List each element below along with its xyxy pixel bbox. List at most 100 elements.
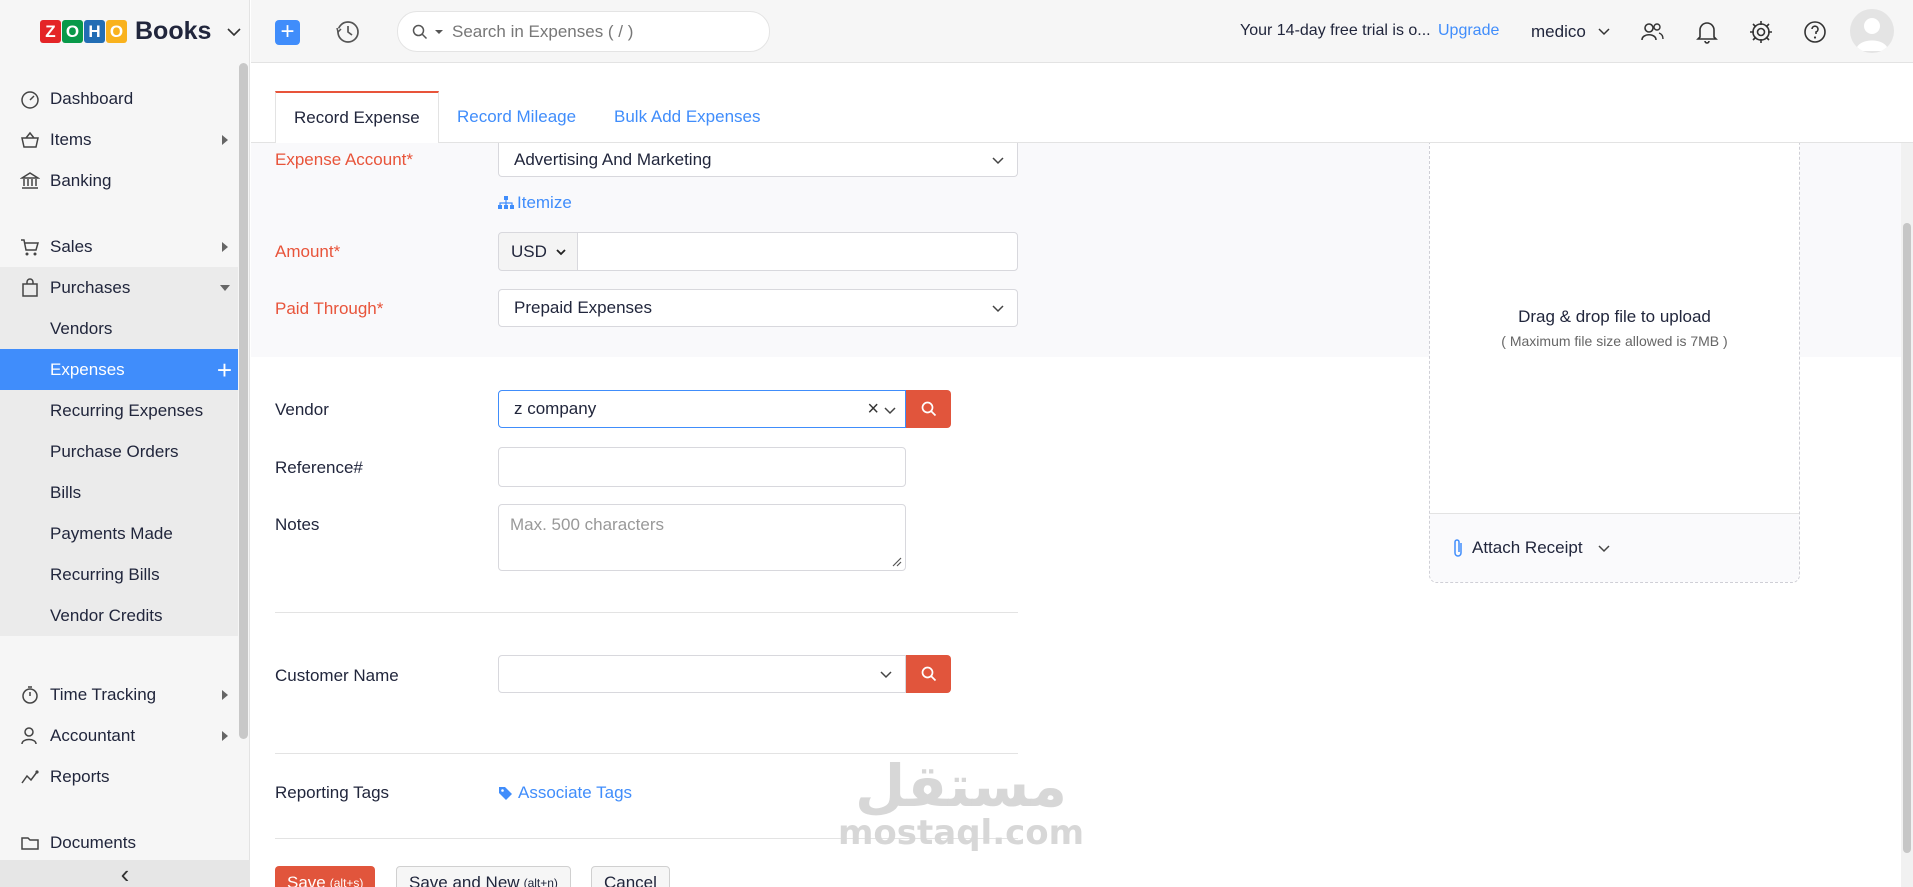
chevron-down-icon[interactable] [1596,24,1612,40]
attach-receipt-label: Attach Receipt [1472,538,1583,557]
associate-tags-label: Associate Tags [518,783,633,802]
watermark: مستقل mostaql.com [838,756,1084,850]
tab-record-expense[interactable]: Record Expense [275,91,439,144]
sidebar-item-sales[interactable]: Sales [0,226,238,267]
sidebar-item-banking[interactable]: Banking [0,160,238,201]
sidebar-item-label: Dashboard [50,88,134,108]
sidebar-subitem-vendor-credits[interactable]: Vendor Credits [0,595,238,636]
tab-bulk-add-expenses[interactable]: Bulk Add Expenses [614,91,760,143]
sidebar-item-purchases[interactable]: Purchases [0,267,238,308]
save-and-new-button[interactable]: Save and New (alt+n) [396,866,571,887]
reference-input[interactable] [498,447,906,487]
sidebar-subitem-vendors[interactable]: Vendors [0,308,238,349]
chevron-right-icon [222,241,228,252]
user-avatar-icon [1856,18,1888,51]
sidebar-item-label: Time Tracking [50,684,157,704]
folder-icon [20,833,40,853]
customer-name-label: Customer Name [275,666,399,685]
quick-create-button[interactable]: + [275,20,300,45]
close-icon[interactable]: × [867,398,879,421]
expense-account-value: Advertising And Marketing [514,149,712,169]
sidebar-subitem-purchase-orders[interactable]: Purchase Orders [0,431,238,472]
reference-label: Reference# [275,458,363,477]
stopwatch-icon [20,685,40,705]
customer-name-select[interactable] [498,655,906,693]
save-shortcut: (alt+s) [329,876,364,887]
sidebar-item-label: Expenses [50,359,125,379]
sidebar-item-label: Recurring Bills [50,564,160,584]
receipt-upload-dropzone[interactable]: Drag & drop file to upload ( Maximum fil… [1429,143,1800,583]
plus-icon[interactable]: + [217,357,232,383]
associate-tags-link[interactable]: Associate Tags [498,783,632,803]
trial-text: Your 14-day free trial is o... [1240,22,1431,39]
sidebar-item-reports[interactable]: Reports [0,756,238,797]
avatar[interactable] [1850,9,1894,53]
sidebar-item-label: Reports [50,766,110,786]
sidebar-subitem-expenses[interactable]: Expenses + [0,349,238,390]
brand-name: Books [135,17,212,45]
sidebar-item-label: Bills [50,482,82,502]
org-switcher[interactable]: medico [1531,22,1586,42]
page-scrollbar[interactable] [1901,143,1913,887]
attach-receipt-button[interactable]: Attach Receipt [1430,513,1799,582]
sidebar-item-label: Banking [50,170,112,190]
tab-record-mileage[interactable]: Record Mileage [457,91,576,143]
help-icon[interactable] [1802,19,1828,45]
page-scrollbar-thumb[interactable] [1903,223,1911,853]
bell-icon[interactable] [1694,19,1720,45]
notes-placeholder: Max. 500 characters [510,515,665,534]
save-and-new-label: Save and New [409,873,520,887]
sidebar-item-accountant[interactable]: Accountant [0,715,238,756]
save-and-new-shortcut: (alt+n) [523,876,558,887]
sidebar-subitem-recurring-bills[interactable]: Recurring Bills [0,554,238,595]
paid-through-value: Prepaid Expenses [514,298,652,317]
itemize-label: Itemize [517,193,572,212]
amount-label: Amount* [275,242,341,261]
notes-label: Notes [275,515,320,534]
paid-through-select[interactable]: Prepaid Expenses [498,289,1018,327]
sidebar-item-time-tracking[interactable]: Time Tracking [0,674,238,715]
expense-account-select[interactable]: Advertising And Marketing [498,143,1018,177]
notes-textarea[interactable]: Max. 500 characters [498,504,906,571]
top-header: + Your 14-day free trial is o... Upgrade… [251,0,1913,63]
hierarchy-icon [498,196,514,209]
sidebar-item-items[interactable]: Items [0,119,238,160]
chevron-down-icon [220,284,230,291]
search-input[interactable] [452,21,752,42]
users-icon[interactable] [1639,19,1665,45]
search-icon [921,666,936,682]
watermark-arabic: مستقل [854,752,1068,820]
sidebar-subitem-payments-made[interactable]: Payments Made [0,513,238,554]
cancel-button[interactable]: Cancel [591,866,670,887]
save-button[interactable]: Save (alt+s) [275,866,376,887]
history-icon[interactable] [335,19,361,45]
amount-input[interactable] [577,232,1018,271]
itemize-link[interactable]: Itemize [498,193,572,213]
vendor-search-button[interactable] [906,390,951,428]
gear-icon[interactable] [1748,19,1774,45]
sidebar-scrollbar[interactable] [239,63,248,739]
sidebar-item-label: Payments Made [50,523,173,543]
sidebar-item-label: Documents [50,832,136,852]
chevron-down-icon[interactable] [225,23,243,41]
caret-down-icon[interactable] [434,28,444,36]
vendor-select[interactable]: z company × [498,390,906,428]
bank-icon [20,171,40,191]
sidebar-item-documents[interactable]: Documents [0,822,238,863]
chevron-down-icon [556,248,566,255]
currency-select[interactable]: USD [498,232,578,271]
upgrade-link[interactable]: Upgrade [1438,22,1499,40]
accountant-icon [20,726,40,746]
customer-search-button[interactable] [906,655,951,693]
resize-handle-icon[interactable] [892,557,902,567]
shopping-bag-icon [20,277,40,298]
sidebar-collapse-button[interactable]: ‹ [0,860,250,887]
sidebar-subitem-recurring-expenses[interactable]: Recurring Expenses [0,390,238,431]
sidebar-item-dashboard[interactable]: Dashboard [0,78,238,119]
sidebar-item-label: Accountant [50,725,136,745]
sidebar-subitem-bills[interactable]: Bills [0,472,238,513]
logo-letter: H [84,20,105,43]
brand[interactable]: Z O H O Books [0,0,249,63]
chevron-right-icon [222,134,228,145]
search-box[interactable] [397,11,770,52]
